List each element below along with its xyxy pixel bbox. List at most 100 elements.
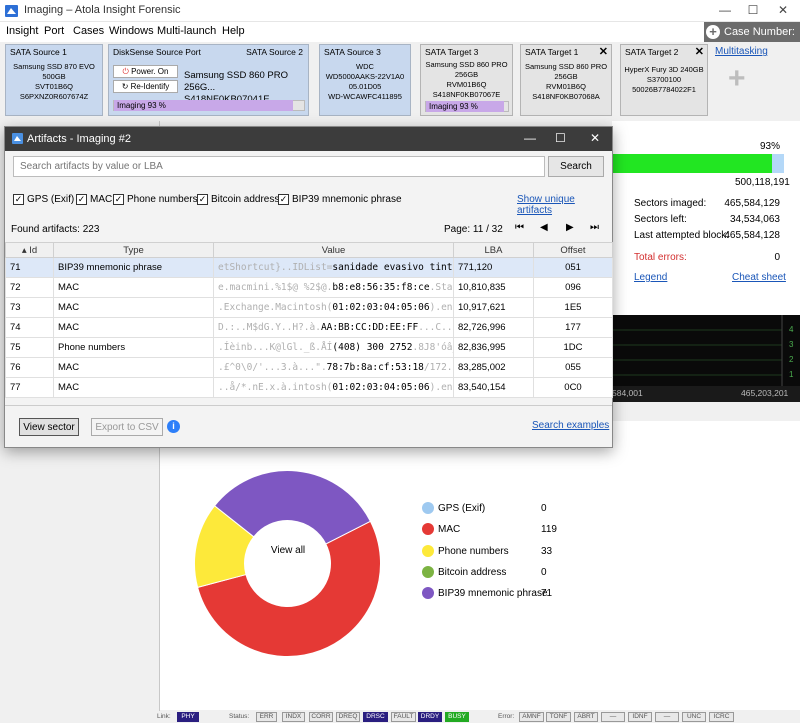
view-sector-button[interactable]: View sector bbox=[19, 418, 79, 436]
value-match: sanidade evasivo tinteiro mano bbox=[332, 262, 453, 273]
legend-dot-gps bbox=[422, 502, 434, 514]
cell-offset: 1E5 bbox=[533, 297, 613, 318]
port-sata-target-2[interactable]: SATA Target 2 ✕ HyperX Fury 3D 240GB S37… bbox=[620, 44, 708, 116]
power-on-button[interactable]: ⏻ Power. On bbox=[113, 65, 178, 78]
legend-label-bitcoin[interactable]: Bitcoin address bbox=[438, 567, 506, 578]
add-port-icon[interactable]: + bbox=[728, 64, 746, 94]
error-idnf: IDNF bbox=[628, 712, 652, 722]
value-match: (408) 300 2752 bbox=[332, 342, 413, 353]
status-bar: Link: PHY Status: ERR INDX CORR DREQ DRS… bbox=[0, 711, 800, 723]
filter-mac-checkbox[interactable]: ✓ bbox=[76, 194, 87, 205]
re-identify-button[interactable]: ↻ Re-Identify bbox=[113, 80, 178, 93]
table-header-row: ▴ Id Type Value LBA Offset bbox=[5, 242, 613, 258]
add-case-icon[interactable]: + bbox=[706, 25, 720, 39]
legend-link[interactable]: Legend bbox=[634, 272, 667, 283]
maximize-button[interactable]: ☐ bbox=[740, 0, 766, 22]
legend-label-phone[interactable]: Phone numbers bbox=[438, 546, 509, 557]
filter-bitcoin-checkbox[interactable]: ✓ bbox=[197, 194, 208, 205]
artifact-search-input[interactable] bbox=[13, 156, 545, 177]
filter-bip39-checkbox[interactable]: ✓ bbox=[278, 194, 289, 205]
search-examples-link[interactable]: Search examples bbox=[532, 420, 609, 431]
filter-bitcoin-label[interactable]: Bitcoin address bbox=[211, 194, 279, 205]
last-page-icon[interactable]: ⏭ bbox=[590, 222, 599, 233]
port-progress-track: Imaging 93 % bbox=[425, 101, 509, 112]
graph-axis: 584,001 465,203,201 bbox=[612, 386, 800, 402]
port-sata-source-1[interactable]: SATA Source 1 Samsung SSD 870 EVO 500GB … bbox=[5, 44, 103, 116]
cheat-sheet-link[interactable]: Cheat sheet bbox=[732, 272, 786, 283]
show-unique-artifacts-link[interactable]: Show unique artifacts bbox=[517, 194, 612, 216]
table-row[interactable]: 75 Phone numbers .Íèinb...K@lGl._ß.ÅÍ(40… bbox=[5, 337, 613, 358]
filter-mac-label[interactable]: MAC bbox=[90, 194, 112, 205]
table-row[interactable]: 73 MAC .Exchange.Macintosh(01:02:03:04:0… bbox=[5, 297, 613, 318]
filter-gps-checkbox[interactable]: ✓ bbox=[13, 194, 24, 205]
prev-page-icon[interactable]: ◀ bbox=[540, 222, 548, 233]
table-row[interactable]: 76 MAC .£^0\0/'...3.à...".78:7b:8a:cf:53… bbox=[5, 357, 613, 378]
column-header-lba[interactable]: LBA bbox=[453, 242, 534, 258]
table-row[interactable]: 71 BIP39 mnemonic phrase etShortcut}..ID… bbox=[5, 257, 613, 278]
close-port-icon[interactable]: ✕ bbox=[695, 45, 704, 58]
legend-count-mac: 119 bbox=[541, 524, 557, 535]
port-header: DiskSense Source Port SATA Source 2 bbox=[109, 45, 308, 59]
menu-port[interactable]: Port bbox=[44, 25, 64, 37]
menu-help[interactable]: Help bbox=[222, 25, 245, 37]
value-match: AA:BB:CC:DD:EE:FF bbox=[320, 322, 419, 333]
re-identify-label: Re-Identify bbox=[130, 82, 170, 91]
dialog-close-button[interactable]: ✕ bbox=[590, 131, 600, 145]
value-context-after: /172.20.128.1 bbox=[423, 362, 453, 373]
info-icon[interactable]: i bbox=[167, 420, 180, 433]
legend-label-gps[interactable]: GPS (Exif) bbox=[438, 503, 485, 514]
app-icon bbox=[5, 5, 18, 17]
drive-model: Samsung SSD 860 PRO 256G... bbox=[184, 70, 289, 93]
filter-bip39-label[interactable]: BIP39 mnemonic phrase bbox=[292, 194, 402, 205]
error-unc: UNC bbox=[682, 712, 706, 722]
table-row[interactable]: 77 MAC ..å/*.nE.x.à.intosh(01:02:03:04:0… bbox=[5, 377, 613, 398]
multitasking-link[interactable]: Multitasking bbox=[715, 46, 768, 57]
port-sata-source-3[interactable]: SATA Source 3 WDC WD5000AAKS-22V1A0 05.0… bbox=[319, 44, 411, 116]
close-button[interactable]: ✕ bbox=[770, 0, 796, 22]
view-all-link[interactable]: View all bbox=[265, 545, 311, 556]
total-sectors: 500,118,191 bbox=[735, 177, 790, 188]
cell-type: MAC bbox=[53, 377, 214, 398]
cell-value: ..å/*.nE.x.à.intosh(01:02:03:04:05:06).e… bbox=[213, 377, 454, 398]
cell-lba: 10,917,621 bbox=[453, 297, 534, 318]
port-sata-target-1[interactable]: SATA Target 1 ✕ Samsung SSD 860 PRO 256G… bbox=[520, 44, 612, 116]
power-icon: ⏻ bbox=[122, 67, 129, 76]
close-port-icon[interactable]: ✕ bbox=[599, 45, 608, 58]
export-csv-button[interactable]: Export to CSV bbox=[91, 418, 163, 436]
filter-phone-checkbox[interactable]: ✓ bbox=[113, 194, 124, 205]
legend-label-bip39[interactable]: BIP39 mnemonic phrase bbox=[438, 588, 548, 599]
column-header-id[interactable]: ▴ Id bbox=[5, 242, 54, 258]
dialog-minimize-button[interactable]: — bbox=[524, 131, 536, 145]
legend-label-mac[interactable]: MAC bbox=[438, 524, 460, 535]
minimize-button[interactable]: — bbox=[712, 0, 738, 22]
value-context-before: etShortcut}..IDList= bbox=[218, 262, 333, 273]
filter-phone-label[interactable]: Phone numbers bbox=[127, 194, 198, 205]
cell-lba: 83,285,002 bbox=[453, 357, 534, 378]
cell-type: BIP39 mnemonic phrase bbox=[53, 257, 214, 278]
port-header: SATA Target 1 bbox=[525, 47, 579, 57]
menu-multi-launch[interactable]: Multi-launch bbox=[157, 25, 216, 37]
port-sata-target-3[interactable]: SATA Target 3 Samsung SSD 860 PRO 256GB … bbox=[420, 44, 513, 116]
first-page-icon[interactable]: ⏮ bbox=[515, 222, 524, 233]
status-corr: CORR bbox=[309, 712, 333, 722]
sectors-imaged-value: 465,584,129 bbox=[724, 198, 780, 209]
column-header-value[interactable]: Value bbox=[213, 242, 454, 258]
column-header-offset[interactable]: Offset bbox=[533, 242, 613, 258]
filter-gps-label[interactable]: GPS (Exif) bbox=[27, 194, 74, 205]
column-header-type[interactable]: Type bbox=[53, 242, 214, 258]
cell-offset: 096 bbox=[533, 277, 613, 298]
legend-count-phone: 33 bbox=[541, 546, 553, 557]
dialog-maximize-button[interactable]: ☐ bbox=[555, 131, 566, 145]
graph-footer bbox=[612, 402, 800, 421]
next-page-icon[interactable]: ▶ bbox=[566, 222, 574, 233]
table-row[interactable]: 72 MAC e.macmini.%1$@ %2$@.b8:e8:56:35:f… bbox=[5, 277, 613, 298]
port-disksense-source[interactable]: DiskSense Source Port SATA Source 2 ⏻ Po… bbox=[108, 44, 309, 116]
cell-id: 77 bbox=[5, 377, 54, 398]
drive-model: Samsung SSD 870 EVO bbox=[13, 62, 95, 71]
menu-insight[interactable]: Insight bbox=[6, 25, 38, 37]
menu-cases[interactable]: Cases bbox=[73, 25, 104, 37]
search-button[interactable]: Search bbox=[548, 156, 604, 177]
menu-windows[interactable]: Windows bbox=[109, 25, 154, 37]
table-row[interactable]: 74 MAC D.:..M$dG.Y..H?.à.AA:BB:CC:DD:EE:… bbox=[5, 317, 613, 338]
port-header: SATA Source 3 bbox=[324, 47, 381, 57]
